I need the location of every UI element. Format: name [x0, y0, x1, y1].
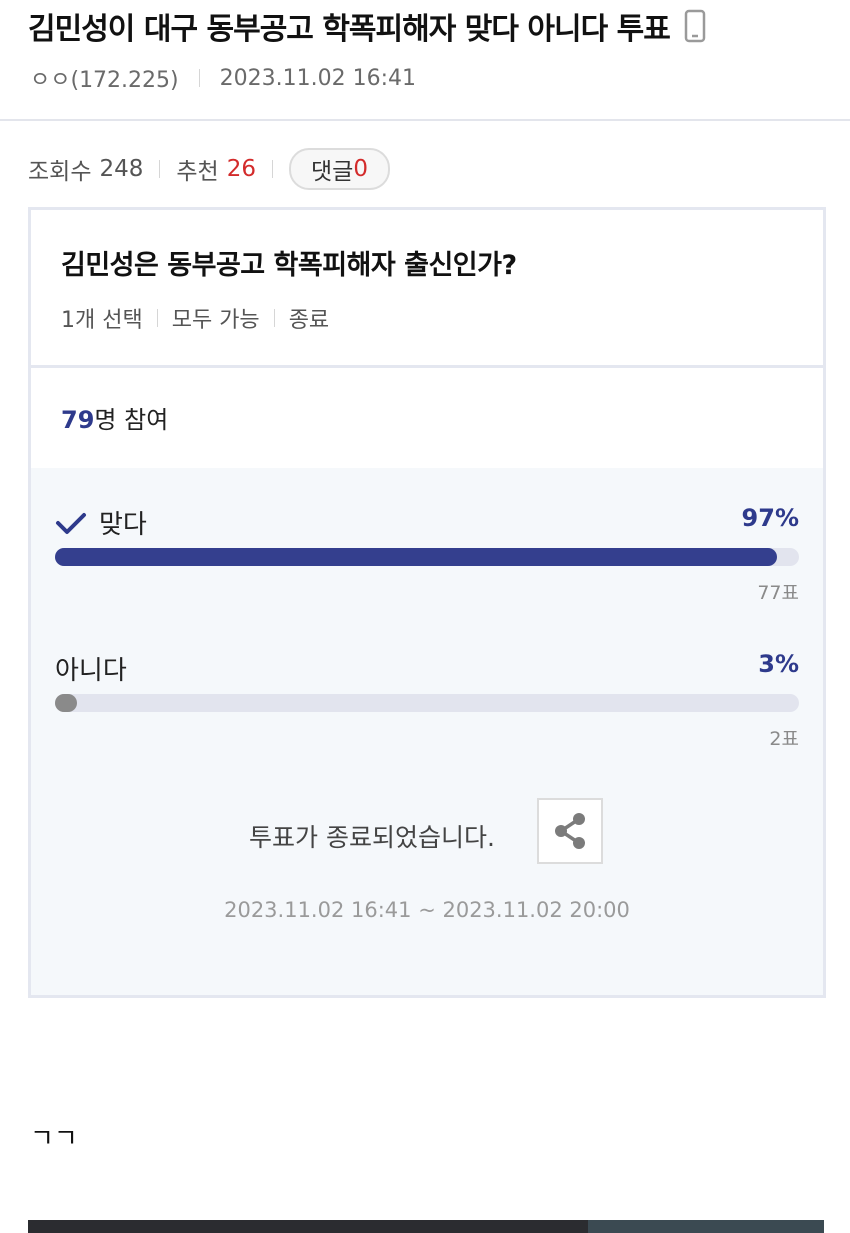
views-label: 조회수 — [28, 159, 92, 185]
recommend-count: 26 — [226, 156, 256, 182]
post-datetime: 2023.11.02 16:41 — [219, 65, 416, 91]
poll-option-text: 아니다 — [55, 656, 127, 686]
poll-option-votes: 77표 — [757, 582, 799, 604]
divider — [272, 160, 273, 178]
poll-option-label: 맞다 — [55, 504, 147, 541]
divider — [156, 309, 158, 327]
divider — [198, 69, 200, 87]
share-icon — [555, 813, 585, 849]
poll-question: 김민성은 동부공고 학폭피해자 출신인가? — [61, 250, 517, 281]
image-detail — [588, 1220, 824, 1233]
comment-button[interactable]: 댓글 0 — [289, 148, 390, 190]
poll-option-bar — [55, 694, 799, 712]
poll-setting-choice: 1개 선택 — [61, 308, 143, 333]
comment-count: 0 — [353, 156, 368, 182]
poll-closed-row: 투표가 종료되었습니다. — [31, 798, 823, 870]
post-title-text: 김민성이 대구 동부공고 학폭피해자 맞다 아니다 투표 — [28, 12, 671, 47]
poll-settings: 1개 선택 모두 가능 종료 — [61, 302, 329, 334]
share-button[interactable] — [537, 798, 603, 864]
participants-label: 명 참여 — [94, 406, 169, 434]
post-image — [28, 1220, 824, 1233]
poll-option-bar-fill — [55, 694, 78, 712]
divider — [159, 160, 161, 178]
poll-closed-message: 투표가 종료되었습니다. — [249, 823, 495, 852]
participants-count: 79 — [61, 406, 95, 434]
poll-option-label: 아니다 — [55, 650, 127, 687]
poll-setting-visibility: 모두 가능 — [171, 308, 260, 333]
poll-option-bar — [55, 548, 799, 566]
post-meta: ㅇㅇ(172.225) 2023.11.02 16:41 — [30, 62, 416, 94]
poll-option-bar-fill — [55, 548, 777, 566]
comment-label: 댓글 — [311, 159, 354, 185]
poll-participants: 79명 참여 — [61, 400, 168, 435]
poll-setting-status: 종료 — [288, 308, 330, 333]
mobile-phone-icon — [684, 9, 706, 43]
post-stats: 조회수 248 추천 26 댓글 0 — [28, 148, 390, 190]
poll-card: 김민성은 동부공고 학폭피해자 출신인가? 1개 선택 모두 가능 종료 79명… — [28, 207, 826, 998]
author-name[interactable]: ㅇㅇ(172.225) — [30, 62, 179, 94]
divider — [273, 309, 275, 327]
recommend-label: 추천 — [176, 159, 219, 185]
poll-option-percent: 3% — [758, 650, 799, 678]
check-icon — [56, 512, 86, 534]
poll-header: 김민성은 동부공고 학폭피해자 출신인가? 1개 선택 모두 가능 종료 — [31, 210, 823, 368]
header-divider — [0, 119, 850, 121]
post-body-text: ㄱㄱ — [30, 1124, 78, 1154]
poll-option-text: 맞다 — [99, 510, 147, 540]
views-count: 248 — [99, 156, 144, 182]
post-title: 김민성이 대구 동부공고 학폭피해자 맞다 아니다 투표 — [28, 4, 706, 48]
poll-results: 맞다 97% 77표 아니다 3% 2표 투표가 종료되었습니다. 2023.1… — [31, 468, 823, 995]
poll-period: 2023.11.02 16:41 ~ 2023.11.02 20:00 — [224, 898, 630, 922]
poll-option-percent: 97% — [741, 504, 799, 532]
poll-option-votes: 2표 — [769, 728, 799, 750]
